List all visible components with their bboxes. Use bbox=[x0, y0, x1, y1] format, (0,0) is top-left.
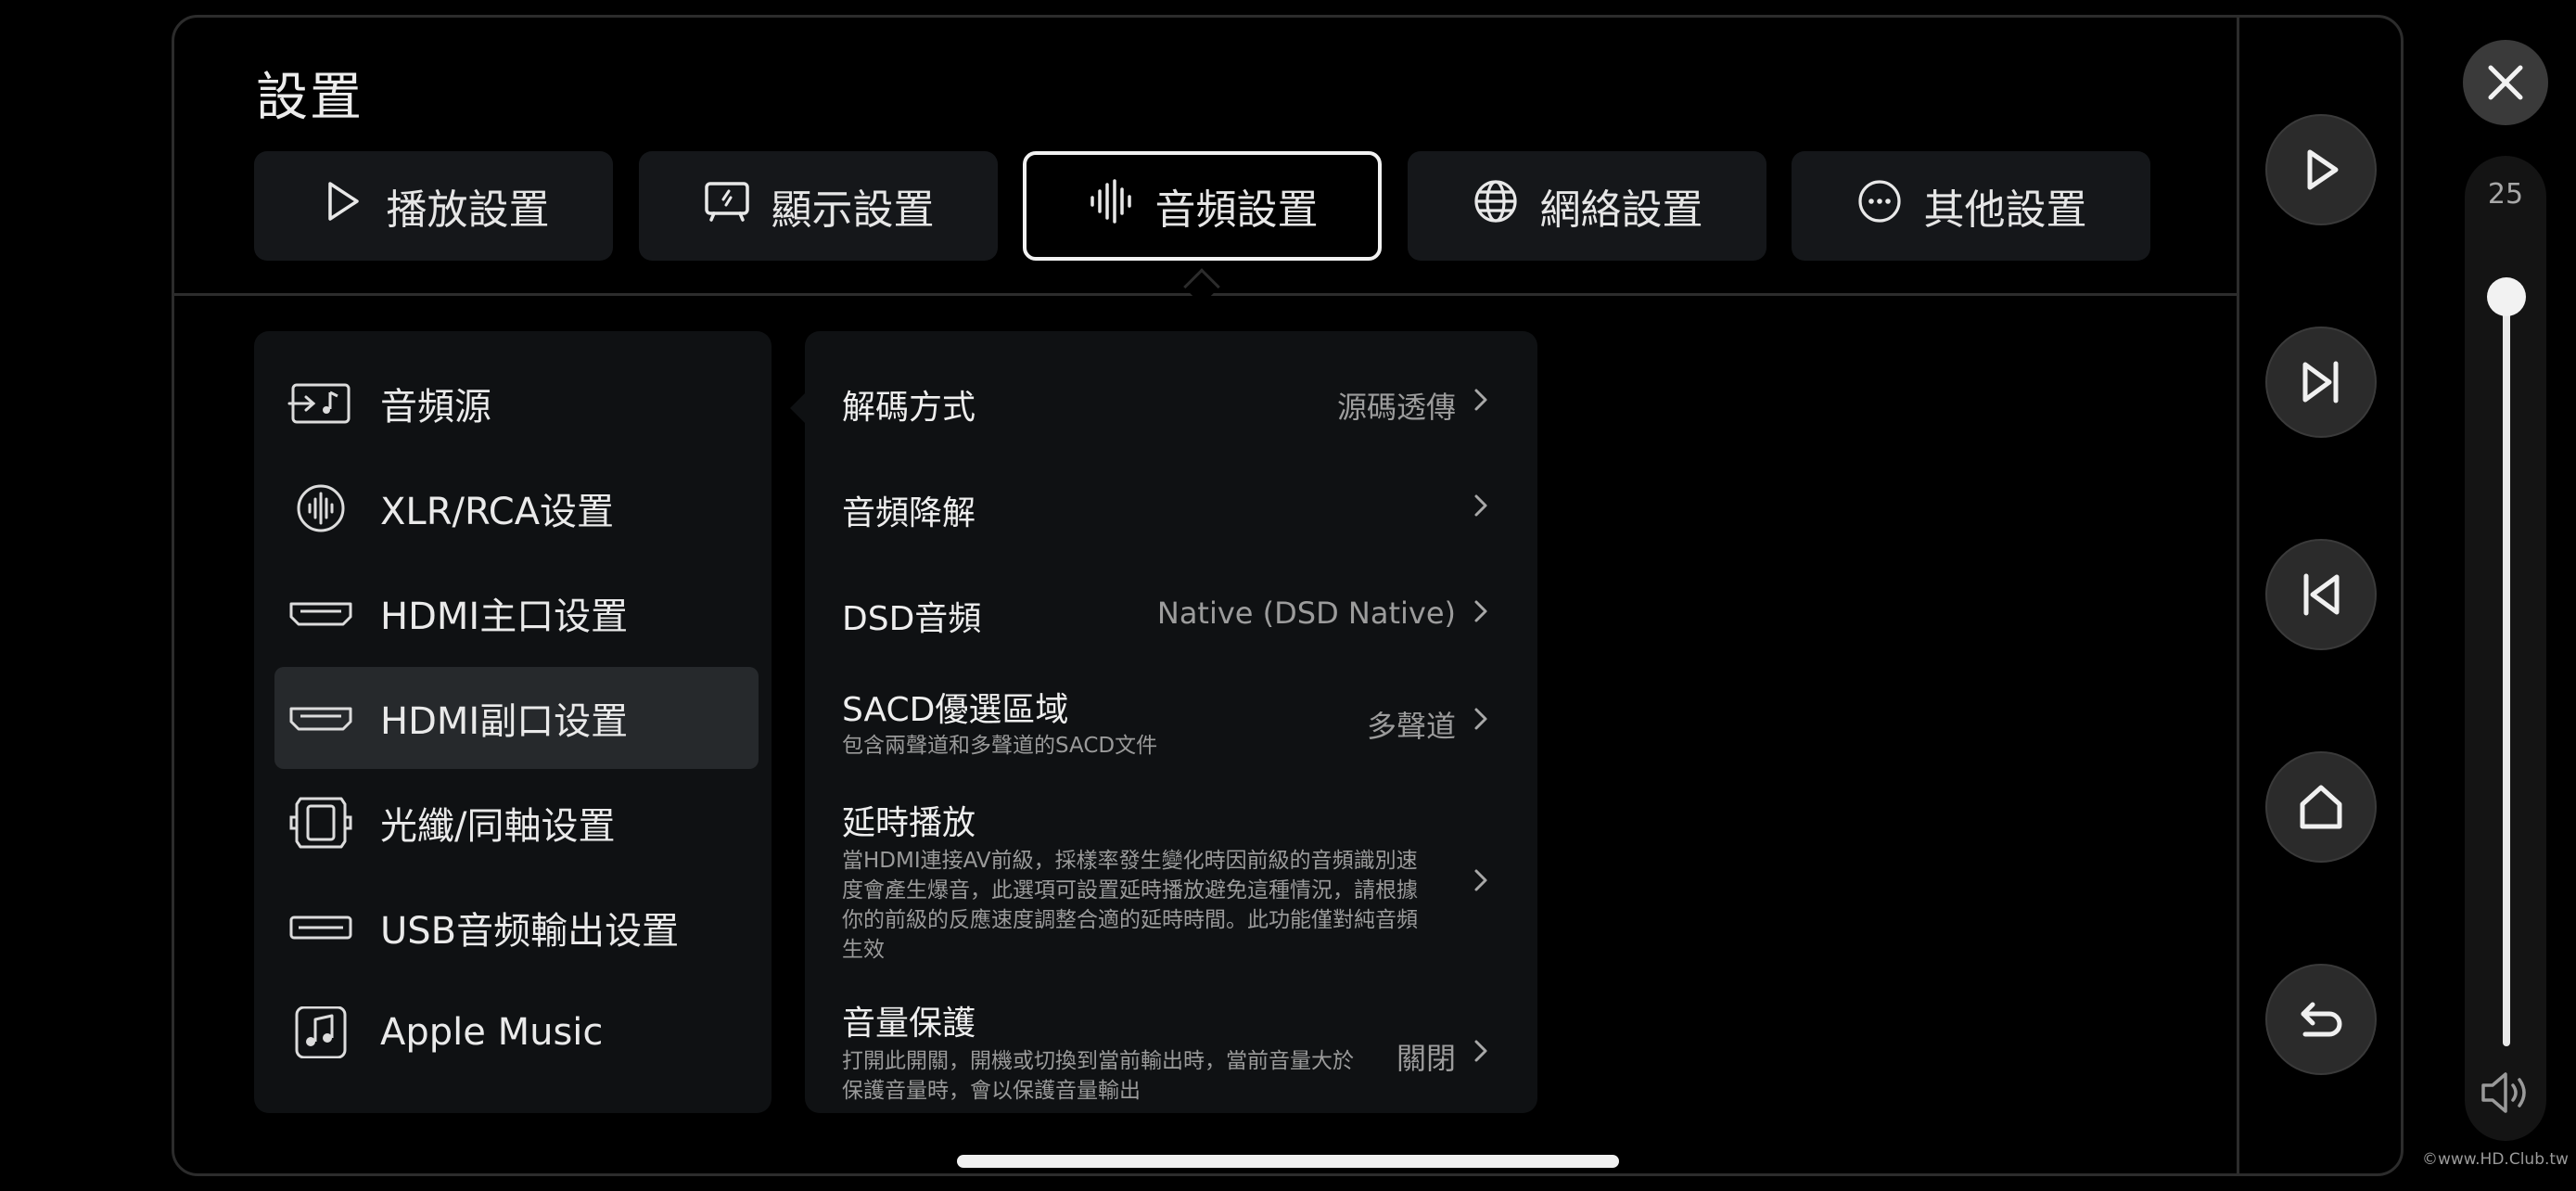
option-sacd-region[interactable]: SACD優選區域 包含兩聲道和多聲道的SACD文件 多聲道 bbox=[842, 677, 1500, 770]
audio-source-icon bbox=[287, 378, 354, 429]
option-description-line-1: 打開此開關，開機或切換到當前輸出時，當前音量大於 bbox=[842, 1049, 1354, 1073]
close-icon bbox=[2488, 65, 2523, 100]
option-value: Native (DSD Native) bbox=[1156, 596, 1456, 631]
panel-pointer bbox=[790, 393, 805, 423]
back-icon bbox=[2301, 1002, 2342, 1037]
option-value: 源碼透傳 bbox=[1336, 390, 1456, 425]
xlr-rca-icon bbox=[287, 482, 354, 534]
menu-item-xlr-rca[interactable]: XLR/RCA设置 bbox=[274, 457, 759, 559]
home-indicator[interactable] bbox=[957, 1155, 1619, 1168]
volume-fill bbox=[2503, 297, 2510, 1046]
tab-label: 音頻設置 bbox=[1154, 186, 1319, 234]
chevron-right-icon bbox=[1474, 869, 1487, 891]
tab-other-settings[interactable]: 其他設置 bbox=[1792, 151, 2150, 261]
volume-slider-handle[interactable] bbox=[2487, 277, 2526, 316]
menu-item-label: USB音频輸出设置 bbox=[380, 910, 680, 953]
skip-next-button[interactable] bbox=[2265, 327, 2377, 438]
hdmi-port-icon bbox=[287, 692, 354, 744]
play-button[interactable] bbox=[2265, 114, 2377, 225]
option-dsd-audio[interactable]: DSD音頻 Native (DSD Native) bbox=[842, 579, 1500, 653]
menu-item-hdmi-main[interactable]: HDMI主口设置 bbox=[274, 562, 759, 664]
option-label: 解碼方式 bbox=[842, 389, 976, 427]
tab-network-settings[interactable]: 網絡設置 bbox=[1408, 151, 1766, 261]
music-note-icon bbox=[287, 1006, 354, 1058]
skip-next-icon bbox=[2302, 361, 2339, 403]
option-value: 關閉 bbox=[1396, 1041, 1456, 1076]
watermark: ©www.HD.Club.tw bbox=[2422, 1150, 2569, 1169]
close-button[interactable] bbox=[2463, 40, 2548, 125]
option-value: 多聲道 bbox=[1366, 709, 1456, 744]
option-label: 音量保護 bbox=[842, 1005, 976, 1043]
option-description-line-2: 度會產生爆音，此選項可設置延時播放避免這種情況，請根據 bbox=[842, 878, 1418, 903]
chevron-right-icon bbox=[1474, 708, 1487, 730]
option-label: SACD優選區域 bbox=[842, 691, 1069, 729]
option-description-line-3: 你的前級的反應速度調整合適的延時時間。此功能僅對純音頻 bbox=[842, 908, 1418, 932]
play-icon bbox=[2307, 149, 2339, 190]
hdmi-port-icon bbox=[287, 587, 354, 639]
menu-item-apple-music[interactable]: Apple Music bbox=[274, 981, 759, 1083]
volume-value: 25 bbox=[2487, 178, 2524, 211]
chevron-right-icon bbox=[1474, 389, 1487, 411]
tab-label: 播放設置 bbox=[386, 186, 550, 234]
menu-item-label: XLR/RCA设置 bbox=[380, 491, 615, 533]
tab-label: 其他設置 bbox=[1923, 186, 2087, 234]
option-delayed-playback[interactable]: 延時播放 當HDMI連接AV前級，採樣率發生變化時因前級的音頻識別速 度會產生爆… bbox=[842, 794, 1500, 970]
skip-previous-icon bbox=[2303, 573, 2340, 616]
menu-item-optical-coax[interactable]: 光纖/同軸设置 bbox=[274, 772, 759, 874]
speaker-icon[interactable] bbox=[2478, 1067, 2533, 1119]
optical-coax-icon bbox=[287, 797, 354, 849]
page-title: 設置 bbox=[256, 68, 363, 128]
option-description-line-4: 生效 bbox=[842, 938, 885, 962]
option-label: 音頻降解 bbox=[842, 494, 976, 532]
tab-label: 網絡設置 bbox=[1539, 186, 1703, 234]
play-icon bbox=[318, 177, 366, 236]
menu-item-label: 光纖/同軸设置 bbox=[380, 805, 616, 848]
option-audio-downmix[interactable]: 音頻降解 bbox=[842, 473, 1500, 547]
back-button[interactable] bbox=[2265, 964, 2377, 1075]
home-icon bbox=[2300, 785, 2342, 829]
menu-item-usb-output[interactable]: USB音频輸出设置 bbox=[274, 877, 759, 979]
tab-audio-settings[interactable]: 音頻設置 bbox=[1023, 151, 1382, 261]
side-divider bbox=[2237, 15, 2239, 1176]
menu-item-label: 音頻源 bbox=[380, 386, 491, 429]
tab-display-settings[interactable]: 顯示設置 bbox=[639, 151, 998, 261]
chevron-right-icon bbox=[1474, 494, 1487, 517]
option-description: 包含兩聲道和多聲道的SACD文件 bbox=[842, 734, 1158, 758]
menu-item-label: HDMI主口设置 bbox=[380, 596, 629, 638]
option-description-line-2: 保護音量時，會以保護音量輸出 bbox=[842, 1079, 1141, 1103]
option-volume-protection[interactable]: 音量保護 打開此開關，開機或切換到當前輸出時，當前音量大於 保護音量時，會以保護… bbox=[842, 996, 1500, 1108]
chevron-right-icon bbox=[1474, 600, 1487, 622]
menu-item-audio-source[interactable]: 音頻源 bbox=[274, 352, 759, 455]
tab-label: 顯示設置 bbox=[771, 186, 935, 234]
tab-playback-settings[interactable]: 播放設置 bbox=[254, 151, 613, 261]
skip-previous-button[interactable] bbox=[2265, 539, 2377, 650]
home-button[interactable] bbox=[2265, 751, 2377, 863]
more-icon bbox=[1855, 177, 1904, 236]
option-description-line-1: 當HDMI連接AV前級，採樣率發生變化時因前級的音頻識別速 bbox=[842, 849, 1418, 873]
option-label: 延時播放 bbox=[842, 804, 976, 842]
chevron-right-icon bbox=[1474, 1040, 1487, 1062]
globe-icon bbox=[1472, 177, 1520, 236]
menu-item-hdmi-sub[interactable]: HDMI副口设置 bbox=[274, 667, 759, 769]
option-label: DSD音頻 bbox=[842, 600, 982, 638]
option-decode-mode[interactable]: 解碼方式 源碼透傳 bbox=[842, 367, 1500, 442]
audio-wave-icon bbox=[1087, 177, 1135, 236]
display-icon bbox=[703, 177, 751, 236]
menu-item-label: Apple Music bbox=[380, 1011, 604, 1054]
menu-item-label: HDMI副口设置 bbox=[380, 700, 629, 743]
usb-port-icon bbox=[287, 902, 354, 954]
